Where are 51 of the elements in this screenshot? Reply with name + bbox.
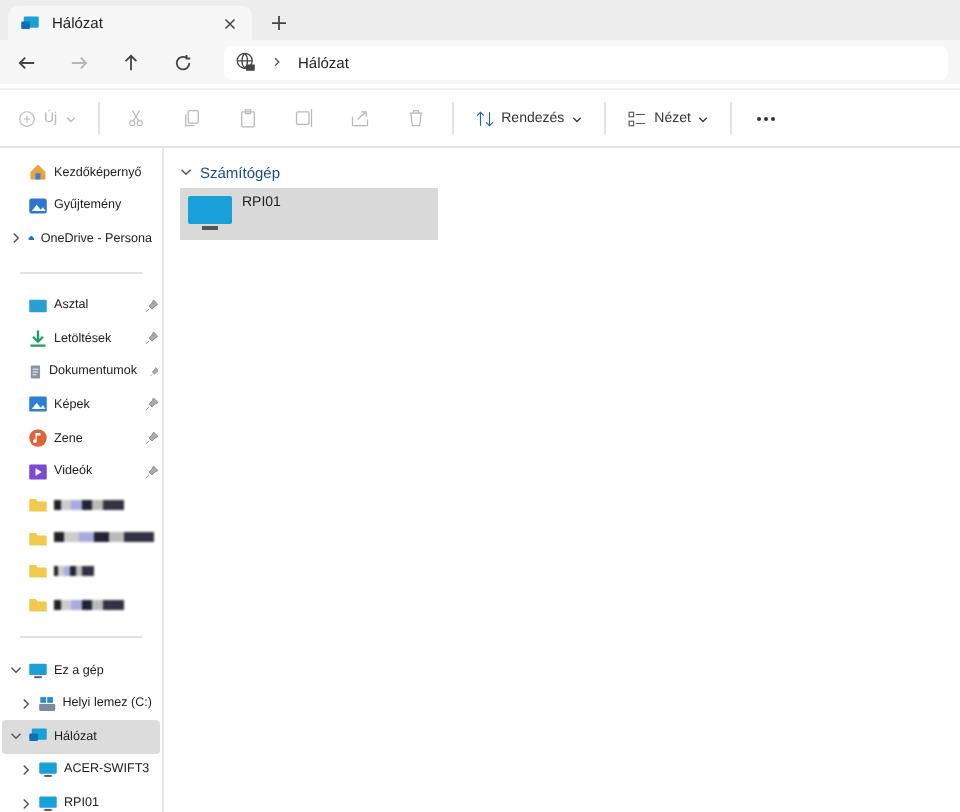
caret-icon	[698, 113, 709, 123]
caret-icon	[572, 113, 583, 123]
folder-icon	[28, 494, 48, 515]
chevron-icon	[272, 56, 282, 68]
chevron-icon[interactable]	[180, 166, 192, 178]
redacted-label	[54, 499, 124, 510]
chevron-icon[interactable]	[19, 763, 31, 776]
network-icon	[20, 13, 40, 33]
arrow-left-icon	[17, 53, 35, 71]
computer-icon	[28, 660, 48, 681]
chevron-icon[interactable]	[19, 797, 31, 810]
chevron-icon[interactable]	[9, 664, 21, 677]
plus-icon	[271, 15, 285, 29]
arrow-up-icon	[121, 53, 139, 71]
caret-icon	[65, 113, 76, 123]
globe-icon	[236, 52, 256, 72]
list-view-icon	[628, 109, 647, 127]
network-icon	[28, 726, 48, 747]
desktop-icon	[28, 295, 48, 316]
music-icon	[28, 428, 48, 449]
chevron-icon[interactable]	[9, 730, 21, 743]
close-icon	[224, 17, 236, 29]
download-icon	[28, 328, 48, 349]
share-icon	[349, 108, 370, 128]
more-icon	[756, 115, 777, 121]
folder-icon	[28, 594, 48, 615]
plus-circle-icon	[18, 109, 36, 127]
sort-icon	[475, 109, 494, 127]
redacted-label	[54, 565, 94, 576]
rename-icon	[293, 108, 314, 128]
refresh-icon	[173, 53, 191, 71]
picture-icon	[28, 394, 48, 415]
cut-icon	[125, 108, 146, 128]
monitor-icon	[186, 194, 234, 234]
folder-icon	[28, 527, 48, 548]
redacted-label	[54, 599, 124, 610]
folder-icon	[28, 560, 48, 581]
delete-icon	[405, 108, 426, 128]
document-icon	[28, 361, 43, 382]
paste-icon	[237, 108, 258, 128]
monitor-icon	[38, 793, 58, 812]
home-icon	[28, 162, 48, 183]
arrow-right-icon	[69, 53, 87, 71]
chevron-icon[interactable]	[9, 232, 21, 245]
monitor-icon	[38, 759, 58, 780]
copy-icon	[181, 108, 202, 128]
chevron-icon[interactable]	[19, 697, 31, 710]
redacted-label	[54, 532, 154, 543]
drive-icon	[38, 693, 57, 714]
gallery-icon	[28, 195, 48, 216]
video-icon	[28, 461, 48, 482]
